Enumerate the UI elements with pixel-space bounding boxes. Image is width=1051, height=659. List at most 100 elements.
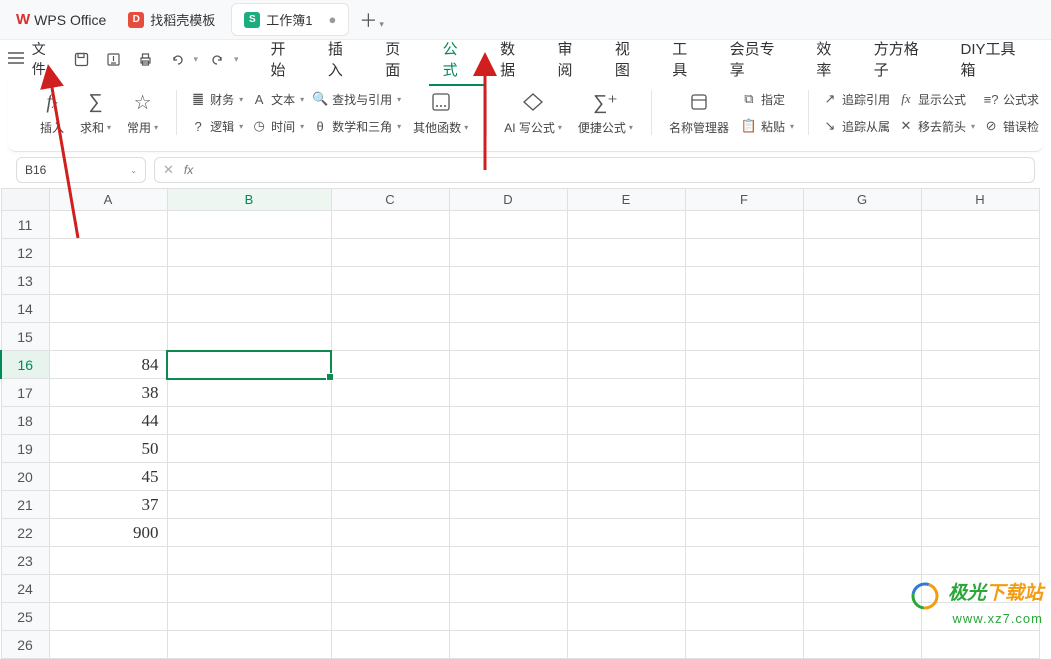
cell-A17[interactable]: 38 — [49, 379, 167, 407]
cell-F13[interactable] — [685, 267, 803, 295]
grid-table[interactable]: ABCDEFGH11121314151684173818441950204521… — [0, 188, 1040, 659]
cell-G18[interactable] — [803, 407, 921, 435]
cell-D24[interactable] — [449, 575, 567, 603]
cell-E23[interactable] — [567, 547, 685, 575]
cell-F21[interactable] — [685, 491, 803, 519]
cell-G13[interactable] — [803, 267, 921, 295]
cell-D26[interactable] — [449, 631, 567, 659]
cell-C16[interactable] — [331, 351, 449, 379]
cell-F18[interactable] — [685, 407, 803, 435]
cell-A18[interactable]: 44 — [49, 407, 167, 435]
cell-D17[interactable] — [449, 379, 567, 407]
name-manager-button[interactable]: 名称管理器 — [661, 89, 737, 136]
cell-D15[interactable] — [449, 323, 567, 351]
cell-D18[interactable] — [449, 407, 567, 435]
menu-item-效率[interactable]: 效率 — [802, 32, 859, 86]
autosum-button[interactable]: ∑ 求和▾ — [72, 89, 119, 136]
column-header-E[interactable]: E — [567, 189, 685, 211]
text-button[interactable]: A文本▾ — [247, 89, 308, 110]
row-header-18[interactable]: 18 — [1, 407, 49, 435]
cell-G11[interactable] — [803, 211, 921, 239]
cell-G14[interactable] — [803, 295, 921, 323]
cell-F19[interactable] — [685, 435, 803, 463]
cell-G20[interactable] — [803, 463, 921, 491]
cell-F23[interactable] — [685, 547, 803, 575]
cell-F17[interactable] — [685, 379, 803, 407]
cell-G16[interactable] — [803, 351, 921, 379]
cell-C20[interactable] — [331, 463, 449, 491]
cell-C19[interactable] — [331, 435, 449, 463]
cell-A19[interactable]: 50 — [49, 435, 167, 463]
hamburger-icon[interactable] — [8, 52, 26, 67]
cell-E18[interactable] — [567, 407, 685, 435]
select-all-corner[interactable] — [1, 189, 49, 211]
cell-E25[interactable] — [567, 603, 685, 631]
menu-item-视图[interactable]: 视图 — [601, 32, 658, 86]
cell-C18[interactable] — [331, 407, 449, 435]
cell-E14[interactable] — [567, 295, 685, 323]
menu-item-会员专享[interactable]: 会员专享 — [716, 32, 803, 86]
cell-H20[interactable] — [921, 463, 1039, 491]
print-icon[interactable] — [133, 47, 157, 71]
cell-C22[interactable] — [331, 519, 449, 547]
cell-F26[interactable] — [685, 631, 803, 659]
cell-B26[interactable] — [167, 631, 331, 659]
cell-B19[interactable] — [167, 435, 331, 463]
cell-B21[interactable] — [167, 491, 331, 519]
file-menu[interactable]: 文件 — [32, 39, 60, 79]
fx-icon[interactable]: fx — [184, 163, 193, 177]
cell-A25[interactable] — [49, 603, 167, 631]
cell-C24[interactable] — [331, 575, 449, 603]
column-header-F[interactable]: F — [685, 189, 803, 211]
chevron-down-icon[interactable]: ⌄ — [130, 166, 137, 175]
cell-D14[interactable] — [449, 295, 567, 323]
cell-E11[interactable] — [567, 211, 685, 239]
cell-B11[interactable] — [167, 211, 331, 239]
cell-H19[interactable] — [921, 435, 1039, 463]
chevron-down-icon[interactable]: ▾ — [234, 54, 239, 65]
fast-formula-button[interactable]: ∑⁺ 便捷公式▾ — [570, 89, 641, 136]
define-name-button[interactable]: ⧉指定 — [737, 89, 798, 110]
cell-E24[interactable] — [567, 575, 685, 603]
chevron-down-icon[interactable]: ▾ — [193, 54, 198, 65]
cell-G25[interactable] — [803, 603, 921, 631]
cell-G24[interactable] — [803, 575, 921, 603]
cell-C21[interactable] — [331, 491, 449, 519]
row-header-15[interactable]: 15 — [1, 323, 49, 351]
cell-F22[interactable] — [685, 519, 803, 547]
row-header-24[interactable]: 24 — [1, 575, 49, 603]
cell-E20[interactable] — [567, 463, 685, 491]
cell-H22[interactable] — [921, 519, 1039, 547]
finance-button[interactable]: ䷀财务▾ — [186, 89, 247, 110]
cell-H13[interactable] — [921, 267, 1039, 295]
menu-item-工具[interactable]: 工具 — [658, 32, 715, 86]
row-header-26[interactable]: 26 — [1, 631, 49, 659]
cell-G23[interactable] — [803, 547, 921, 575]
cell-F20[interactable] — [685, 463, 803, 491]
other-functions-button[interactable]: 其他函数▾ — [405, 89, 476, 136]
cell-B17[interactable] — [167, 379, 331, 407]
cell-D12[interactable] — [449, 239, 567, 267]
cell-A21[interactable]: 37 — [49, 491, 167, 519]
column-header-C[interactable]: C — [331, 189, 449, 211]
remove-arrows-button[interactable]: ✕移去箭头▾ — [894, 116, 979, 137]
tab-close-icon[interactable]: ● — [329, 12, 337, 27]
cell-A26[interactable] — [49, 631, 167, 659]
cell-A16[interactable]: 84 — [49, 351, 167, 379]
menu-item-方方格子[interactable]: 方方格子 — [860, 32, 947, 86]
cell-D25[interactable] — [449, 603, 567, 631]
chevron-down-icon[interactable]: ▾ — [379, 19, 384, 29]
evaluate-formula-button[interactable]: ≡?公式求 — [979, 89, 1043, 110]
paste-name-button[interactable]: 📋粘贴▾ — [737, 116, 798, 137]
row-header-20[interactable]: 20 — [1, 463, 49, 491]
cell-G19[interactable] — [803, 435, 921, 463]
menu-item-开始[interactable]: 开始 — [257, 32, 314, 86]
insert-function-button[interactable]: fx 插入 — [32, 89, 72, 136]
cell-D20[interactable] — [449, 463, 567, 491]
cell-C23[interactable] — [331, 547, 449, 575]
cell-H26[interactable] — [921, 631, 1039, 659]
row-header-25[interactable]: 25 — [1, 603, 49, 631]
cell-B13[interactable] — [167, 267, 331, 295]
logic-button[interactable]: ?逻辑▾ — [186, 116, 247, 137]
cell-D23[interactable] — [449, 547, 567, 575]
